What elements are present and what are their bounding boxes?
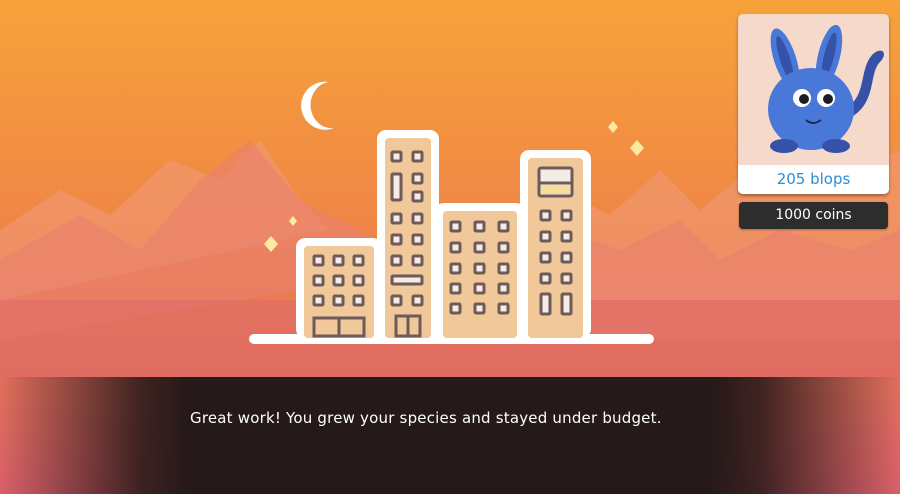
blue-bunny-creature <box>768 24 884 153</box>
species-card[interactable]: 205 blops <box>738 14 889 194</box>
creature-body <box>768 68 854 150</box>
building-mid <box>435 203 525 338</box>
dialog-message: Great work! You grew your species and st… <box>190 409 662 427</box>
coins-badge: 1000 coins <box>739 202 888 229</box>
building-right <box>520 150 591 338</box>
building-short-left <box>296 238 382 338</box>
building-tall <box>377 130 439 338</box>
dialog-box <box>0 377 900 494</box>
blops-count: 205 blops <box>738 165 889 194</box>
